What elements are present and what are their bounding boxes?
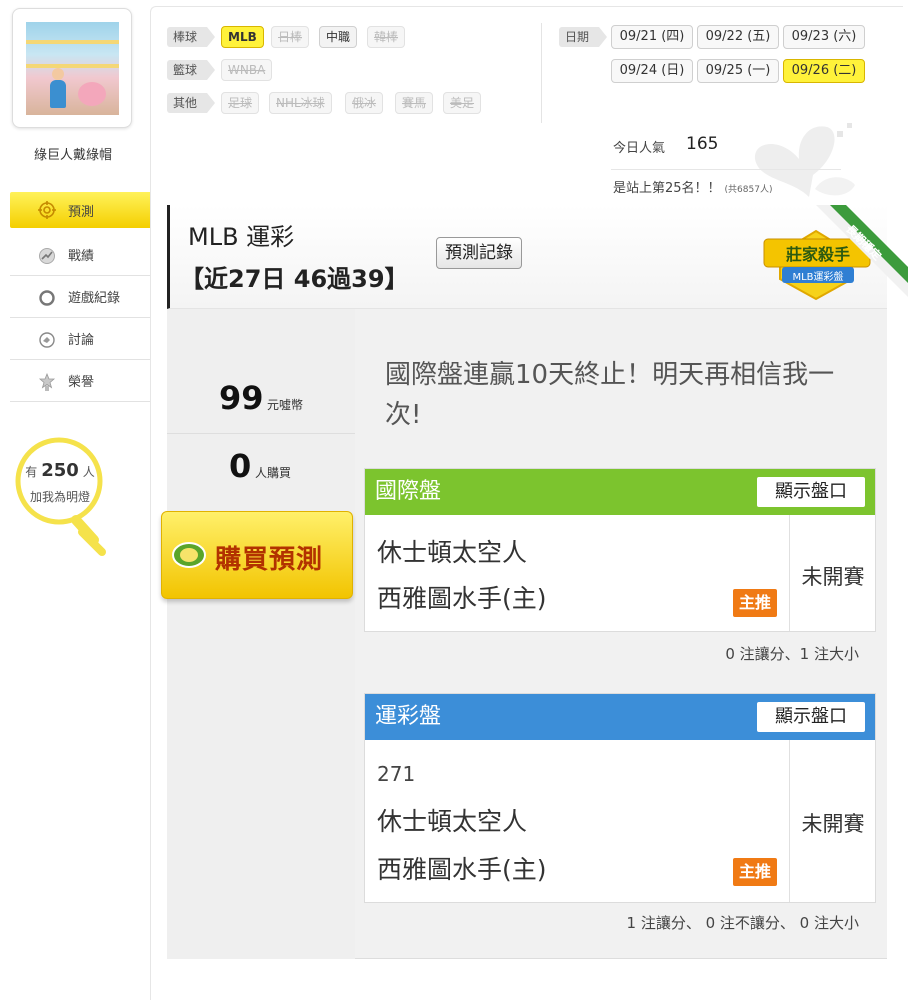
sidebar-item-honor[interactable]: 榮譽 [10, 360, 150, 402]
prediction-header: MLB 運彩 【近27日 46過39】 預測記錄 莊家殺手 MLB運彩盤 長期穩… [167, 205, 908, 309]
filter-label-date: 日期 [559, 27, 608, 47]
main-content: 棒球 MLB 日棒 中職 韓棒 籃球 WNBA 其他 足球 NHL冰球 俄冰 賽… [150, 6, 908, 1000]
chip-cpbl[interactable]: 中職 [319, 26, 358, 48]
buyers-count: 0 [229, 447, 252, 485]
filter-divider [541, 23, 542, 123]
price-value: 99 [219, 379, 264, 417]
medal-icon [38, 373, 56, 391]
rank-value: 是站上第25名！！ [613, 181, 721, 196]
record-summary: 【近27日 46過39】 [180, 265, 409, 293]
price-unit: 元噓幣 [267, 398, 304, 412]
avatar-shelf [26, 40, 119, 44]
date-chip-0926[interactable]: 09/26 (二) [783, 59, 865, 83]
circle-icon [39, 290, 55, 306]
sidebar-item-discussion[interactable]: 討論 [10, 318, 150, 360]
sidebar-item-record[interactable]: 戰績 [10, 234, 150, 276]
chip-mlb[interactable]: MLB [221, 26, 264, 48]
sidebar-item-label: 戰績 [68, 249, 95, 264]
popularity-value: 165 [686, 134, 719, 154]
market-body: 271 休士頓太空人 西雅圖水手(主) 主推 未開賽 [365, 740, 875, 902]
status-column: 未開賽 [789, 740, 875, 902]
away-team: 休士頓太空人 [377, 538, 528, 567]
rank-text: 是站上第25名！！ (共6857人) [613, 177, 772, 196]
buyers-unit: 人購買 [255, 466, 292, 480]
bookie-killer-badge[interactable]: 莊家殺手 MLB運彩盤 長期穩定 [758, 205, 908, 309]
home-team: 西雅圖水手(主) [377, 855, 547, 884]
game-status: 未開賽 [801, 812, 865, 836]
filter-label-other: 其他 [167, 93, 216, 113]
target-icon [38, 201, 56, 219]
buy-prediction-button[interactable]: 購買預測 [161, 511, 353, 599]
buy-button-label: 購買預測 [215, 545, 324, 575]
date-chip-0924[interactable]: 09/24 (日) [611, 59, 693, 83]
game-number: 271 [377, 762, 416, 786]
purchase-column: 99 元噓幣 0 人購買 購買預測 [161, 309, 355, 959]
bet-stats: 1 注讓分、 0 注不讓分、 0 注大小 [626, 914, 859, 932]
avatar-figure [50, 68, 66, 108]
chip-wnba[interactable]: WNBA [221, 59, 273, 81]
chip-horse-racing[interactable]: 賽馬 [395, 92, 434, 114]
lamp-count-value: 250 [41, 460, 79, 481]
popularity-label: 今日人氣 [613, 141, 666, 156]
avatar-shelf [26, 64, 119, 68]
lamp-suffix: 人 [82, 465, 95, 479]
sidebar-item-label: 榮譽 [68, 375, 95, 390]
main-pick-badge: 主推 [733, 589, 777, 617]
chip-nhl[interactable]: NHL冰球 [269, 92, 332, 114]
market-header: 運彩盤 顯示盤口 [365, 694, 875, 740]
market-title: 國際盤 [375, 479, 442, 504]
date-chip-0921[interactable]: 09/21 (四) [611, 25, 693, 49]
chart-icon [39, 248, 55, 264]
avatar-toy [78, 82, 106, 106]
sidebar-nav: 預測 戰績 遊戲紀錄 討論 榮譽 [10, 192, 160, 402]
purchase-divider [167, 433, 355, 434]
market-header: 國際盤 顯示盤口 [365, 469, 875, 515]
chip-khl[interactable]: 俄冰 [345, 92, 384, 114]
bet-stats: 0 注讓分、1 注大小 [725, 645, 859, 663]
chat-icon [39, 332, 55, 348]
game-status: 未開賽 [801, 565, 865, 589]
market-lottery: 運彩盤 顯示盤口 271 休士頓太空人 西雅圖水手(主) 主推 未開賽 [364, 693, 876, 903]
sidebar-item-game-log[interactable]: 遊戲紀錄 [10, 276, 150, 318]
show-odds-button[interactable]: 顯示盤口 [757, 477, 865, 507]
prediction-headline: 國際盤連贏10天終止！明天再相信我一次! [385, 360, 835, 430]
market-title: 運彩盤 [375, 704, 442, 729]
badge-subtitle: MLB運彩盤 [792, 272, 844, 283]
home-team: 西雅圖水手(主) [377, 584, 547, 613]
chip-nfl[interactable]: 美足 [443, 92, 482, 114]
popularity-divider [611, 169, 841, 170]
lamp-count: 有 250 人 [10, 460, 110, 481]
away-team: 休士頓太空人 [377, 807, 528, 836]
chip-kbo[interactable]: 韓棒 [367, 26, 406, 48]
filter-label-basketball: 籃球 [167, 60, 216, 80]
show-odds-button[interactable]: 顯示盤口 [757, 702, 865, 732]
avatar-frame[interactable] [12, 8, 132, 128]
lamp-caption[interactable]: 加我為明燈 [10, 488, 110, 505]
main-pick-badge: 主推 [733, 858, 777, 886]
coin-icon [172, 542, 206, 568]
sidebar-item-label: 預測 [68, 204, 95, 220]
sidebar-item-label: 遊戲紀錄 [68, 291, 121, 306]
sidebar: 綠巨人戴綠帽 預測 戰績 遊戲紀錄 討論 榮譽 有 250 人 加我為明燈 [0, 0, 160, 1000]
prediction-panel: 99 元噓幣 0 人購買 購買預測 國際盤連贏10天終止！明天再相信我一次! 國… [161, 309, 887, 959]
chip-soccer[interactable]: 足球 [221, 92, 260, 114]
mentor-lamp[interactable]: 有 250 人 加我為明燈 [10, 436, 110, 560]
filter-label-baseball: 棒球 [167, 27, 216, 47]
date-chip-0923[interactable]: 09/23 (六) [783, 25, 865, 49]
sidebar-item-label: 討論 [68, 333, 95, 348]
date-chip-0925[interactable]: 09/25 (一) [697, 59, 779, 83]
sidebar-item-predict[interactable]: 預測 [10, 192, 160, 228]
prediction-record-button[interactable]: 預測記錄 [436, 237, 522, 269]
market-body: 休士頓太空人 西雅圖水手(主) 主推 未開賽 [365, 515, 875, 631]
lamp-prefix: 有 [25, 465, 38, 479]
user-name[interactable]: 綠巨人戴綠帽 [0, 144, 146, 163]
page-title: MLB 運彩 [188, 223, 295, 251]
avatar[interactable] [26, 22, 119, 115]
status-column: 未開賽 [789, 515, 875, 631]
date-chip-0922[interactable]: 09/22 (五) [697, 25, 779, 49]
chip-npb[interactable]: 日棒 [271, 26, 310, 48]
market-international: 國際盤 顯示盤口 休士頓太空人 西雅圖水手(主) 主推 未開賽 [364, 468, 876, 632]
rank-total: (共6857人) [724, 185, 773, 195]
